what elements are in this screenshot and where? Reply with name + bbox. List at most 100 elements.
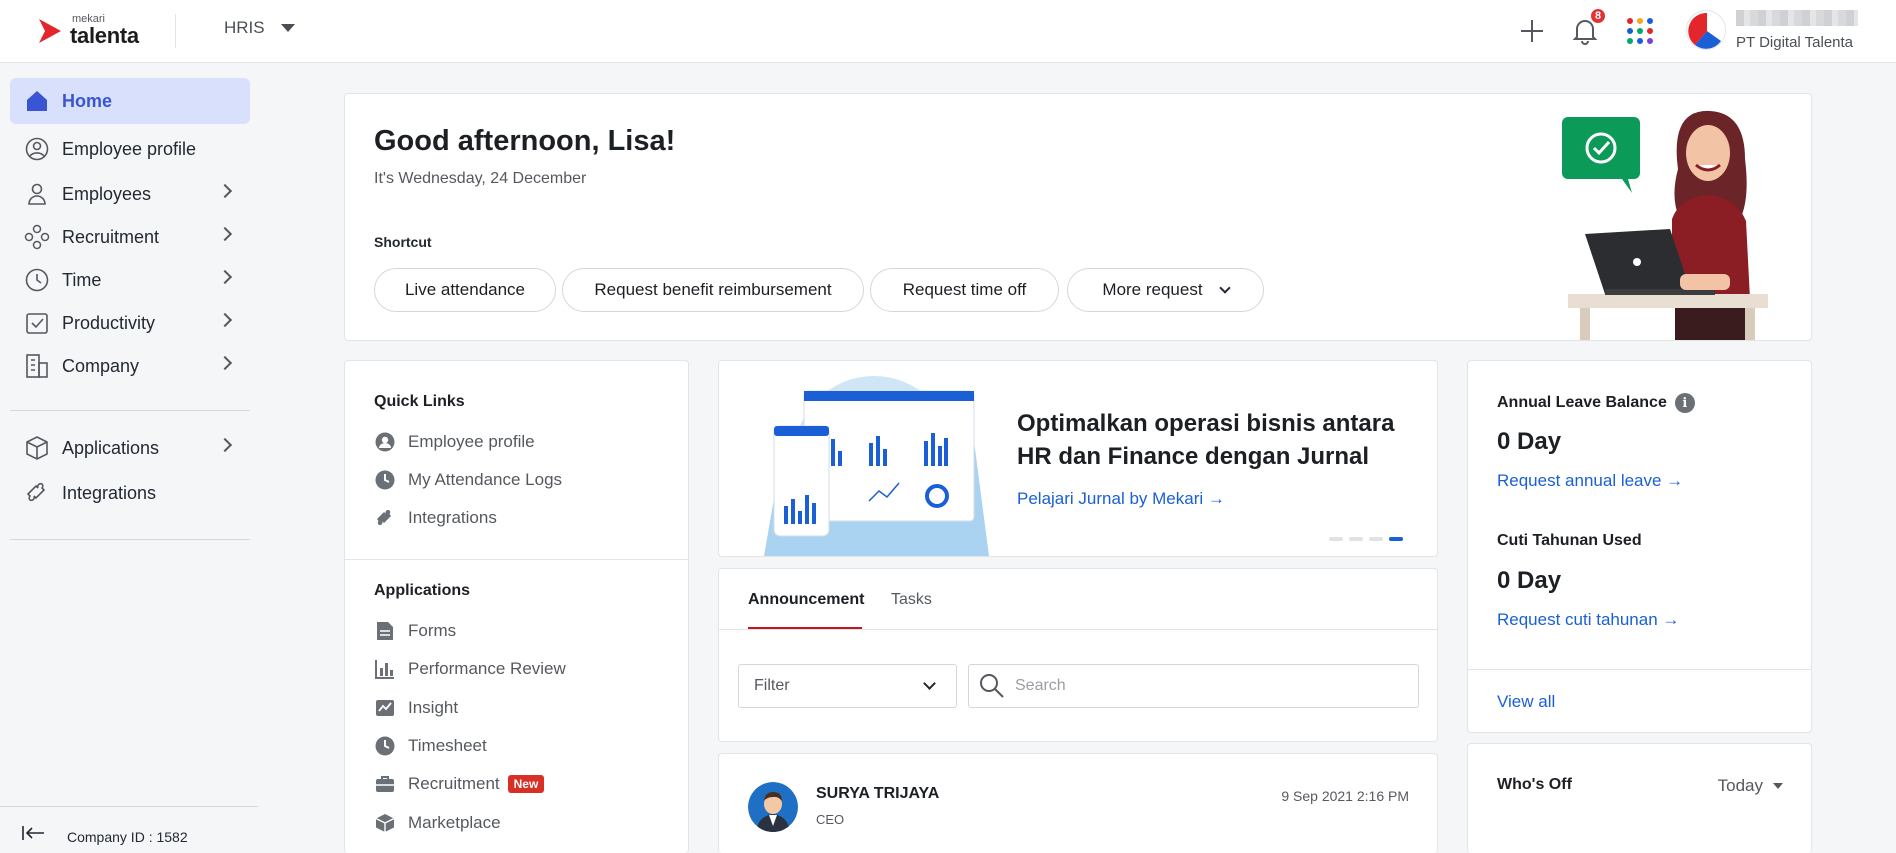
clock-icon [374,735,396,757]
search-box[interactable] [968,664,1419,708]
building-icon [24,353,50,379]
user-block[interactable]: PT Digital Talenta [1736,10,1858,51]
user-circle-icon [24,136,50,162]
line-chart-icon [374,697,396,719]
bar-chart-icon [374,658,396,680]
info-icon[interactable]: i [1674,393,1695,413]
sidebar-item-recruitment[interactable]: Recruitment [10,214,250,260]
apps-grid-icon[interactable] [1623,14,1657,48]
banner-title: Optimalkan operasi bisnis antara HR dan … [1017,410,1395,470]
caret-down-icon [1773,783,1783,789]
sidebar-item-company[interactable]: Company [10,343,250,389]
chevron-right-icon [217,183,233,199]
app-link-timesheet[interactable]: Timesheet [374,735,487,757]
company-avatar[interactable] [1686,10,1726,50]
sidebar-item-integrations[interactable]: Integrations [10,470,250,516]
topbar-divider [175,14,176,48]
request-time-off-button[interactable]: Request time off [870,268,1059,312]
sidebar-item-home[interactable]: Home [10,78,250,124]
sidebar-item-employees[interactable]: Employees [10,171,250,217]
person-icon [24,181,50,207]
carousel-dot-active[interactable] [1389,537,1403,541]
plus-icon[interactable] [1515,14,1549,48]
company-id: Company ID : 1582 [67,829,188,845]
sidebar-item-applications[interactable]: Applications [10,425,250,471]
request-annual-leave-link[interactable]: Request annual leave → [1497,471,1683,491]
carousel-dot[interactable] [1329,537,1343,541]
whos-off-card: Who's Off Today [1467,743,1812,853]
more-request-label: More request [1102,280,1203,299]
promo-banner[interactable]: Optimalkan operasi bisnis antara HR dan … [718,360,1438,557]
app-link-label: Forms [408,621,457,640]
tabs-divider [719,629,1437,630]
request-cuti-tahunan-link[interactable]: Request cuti tahunan → [1497,610,1679,630]
carousel-dot[interactable] [1349,537,1363,541]
sidebar-item-employee-profile[interactable]: Employee profile [10,126,250,172]
top-bar: mekari talenta HRIS 8 PT Digital Talenta [0,0,1896,63]
module-label: HRIS [224,18,265,37]
sidebar-item-productivity[interactable]: Productivity [10,300,250,346]
announcement-card: Announcement Tasks Filter [718,568,1438,742]
tab-tasks[interactable]: Tasks [891,591,932,609]
quick-link-attendance-logs[interactable]: My Attendance Logs [374,469,562,491]
sidebar-item-label: Productivity [62,312,156,333]
collapse-sidebar-icon[interactable] [22,825,46,846]
talenta-logo[interactable]: mekari talenta [36,14,139,47]
live-attendance-button[interactable]: Live attendance [374,268,556,312]
cuti-tahunan-label: Cuti Tahunan Used [1497,532,1642,549]
leave-balance-card: Annual Leave Balance i 0 Day Request ann… [1467,360,1812,733]
request-benefit-reimbursement-button[interactable]: Request benefit reimbursement [562,268,864,312]
post-author-role: CEO [816,812,845,827]
leave-divider [1468,669,1811,670]
annual-leave-value: 0 Day [1497,428,1562,455]
carousel-dots [1329,537,1403,541]
annual-leave-label-text: Annual Leave Balance [1497,394,1667,411]
quick-link-employee-profile[interactable]: Employee profile [374,431,535,453]
sidebar-divider [10,410,250,411]
quick-link-label: Integrations [408,508,497,527]
search-icon [980,674,1004,698]
filter-select[interactable]: Filter [738,664,957,708]
app-link-forms[interactable]: Forms [374,620,456,642]
briefcase-icon [374,773,396,795]
app-link-recruitment[interactable]: Recruitment New [374,773,545,795]
app-link-label: Insight [408,698,459,717]
sidebar: Home Employee profile Employees Recruitm… [0,64,258,853]
chevron-right-icon [217,437,233,453]
puzzle-icon [24,480,50,506]
view-all-link[interactable]: View all [1497,692,1555,712]
app-link-insight[interactable]: Insight [374,697,458,719]
dashboard-illustration [764,376,989,556]
quick-link-integrations[interactable]: Integrations [374,507,497,529]
quick-link-label: My Attendance Logs [408,470,563,489]
tab-announcement[interactable]: Announcement [748,591,864,630]
chevron-right-icon [217,226,233,242]
app-link-marketplace[interactable]: Marketplace [374,812,501,834]
app-link-label: Recruitment [408,774,500,793]
sidebar-item-label: Time [62,269,102,290]
quick-link-label: Employee profile [408,432,535,451]
chevron-right-icon [217,269,233,285]
banner-link[interactable]: Pelajari Jurnal by Mekari → [1017,489,1225,509]
greeting-date: It's Wednesday, 24 December [374,170,587,187]
chevron-right-icon [217,355,233,371]
post-timestamp: 9 Sep 2021 2:16 PM [1281,788,1409,804]
quick-links-divider [345,559,688,560]
sidebar-divider [10,539,250,540]
sidebar-item-label: Applications [62,437,160,458]
annual-leave-label: Annual Leave Balance i [1497,393,1695,413]
whos-off-period-select[interactable]: Today [1718,776,1783,796]
search-input[interactable] [1015,677,1395,695]
app-link-performance-review[interactable]: Performance Review [374,658,566,680]
module-switcher[interactable]: HRIS [224,18,295,38]
sidebar-item-time[interactable]: Time [10,257,250,303]
cube-icon [24,435,50,461]
greeting-card: Good afternoon, Lisa! It's Wednesday, 24… [344,93,1812,341]
carousel-dot[interactable] [1369,537,1383,541]
more-request-button[interactable]: More request [1067,268,1264,312]
app-link-label: Timesheet [408,736,487,755]
shortcut-label: Shortcut [374,234,432,250]
cube-icon [374,812,396,834]
chevron-right-icon [217,312,233,328]
announcement-post[interactable]: SURYA TRIJAYA CEO 9 Sep 2021 2:16 PM [718,753,1438,853]
